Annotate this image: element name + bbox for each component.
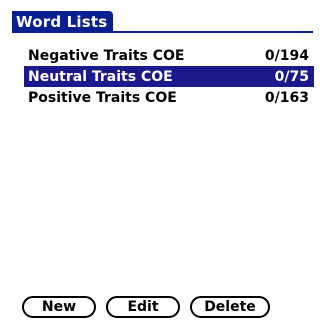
list-item-count: 0/194: [264, 47, 309, 64]
word-lists-screen: Word Lists Negative Traits COE 0/194 Neu…: [0, 0, 325, 329]
delete-button[interactable]: Delete: [190, 296, 270, 318]
list-item-neutral-traits[interactable]: Neutral Traits COE 0/75: [24, 66, 314, 87]
list-item-name: Neutral Traits COE: [28, 68, 173, 85]
word-list: Negative Traits COE 0/194 Neutral Traits…: [24, 45, 314, 108]
list-item-negative-traits[interactable]: Negative Traits COE 0/194: [24, 45, 314, 66]
list-item-count: 0/163: [264, 89, 309, 106]
list-item-name: Negative Traits COE: [28, 47, 185, 64]
new-button[interactable]: New: [22, 296, 96, 318]
title-bar: Word Lists: [12, 11, 114, 33]
edit-button[interactable]: Edit: [106, 296, 180, 318]
list-item-count: 0/75: [274, 68, 309, 85]
list-item-positive-traits[interactable]: Positive Traits COE 0/163: [24, 87, 314, 108]
button-bar: New Edit Delete: [22, 296, 270, 318]
page-title: Word Lists: [12, 11, 114, 33]
title-divider: [12, 31, 313, 33]
list-item-name: Positive Traits COE: [28, 89, 177, 106]
